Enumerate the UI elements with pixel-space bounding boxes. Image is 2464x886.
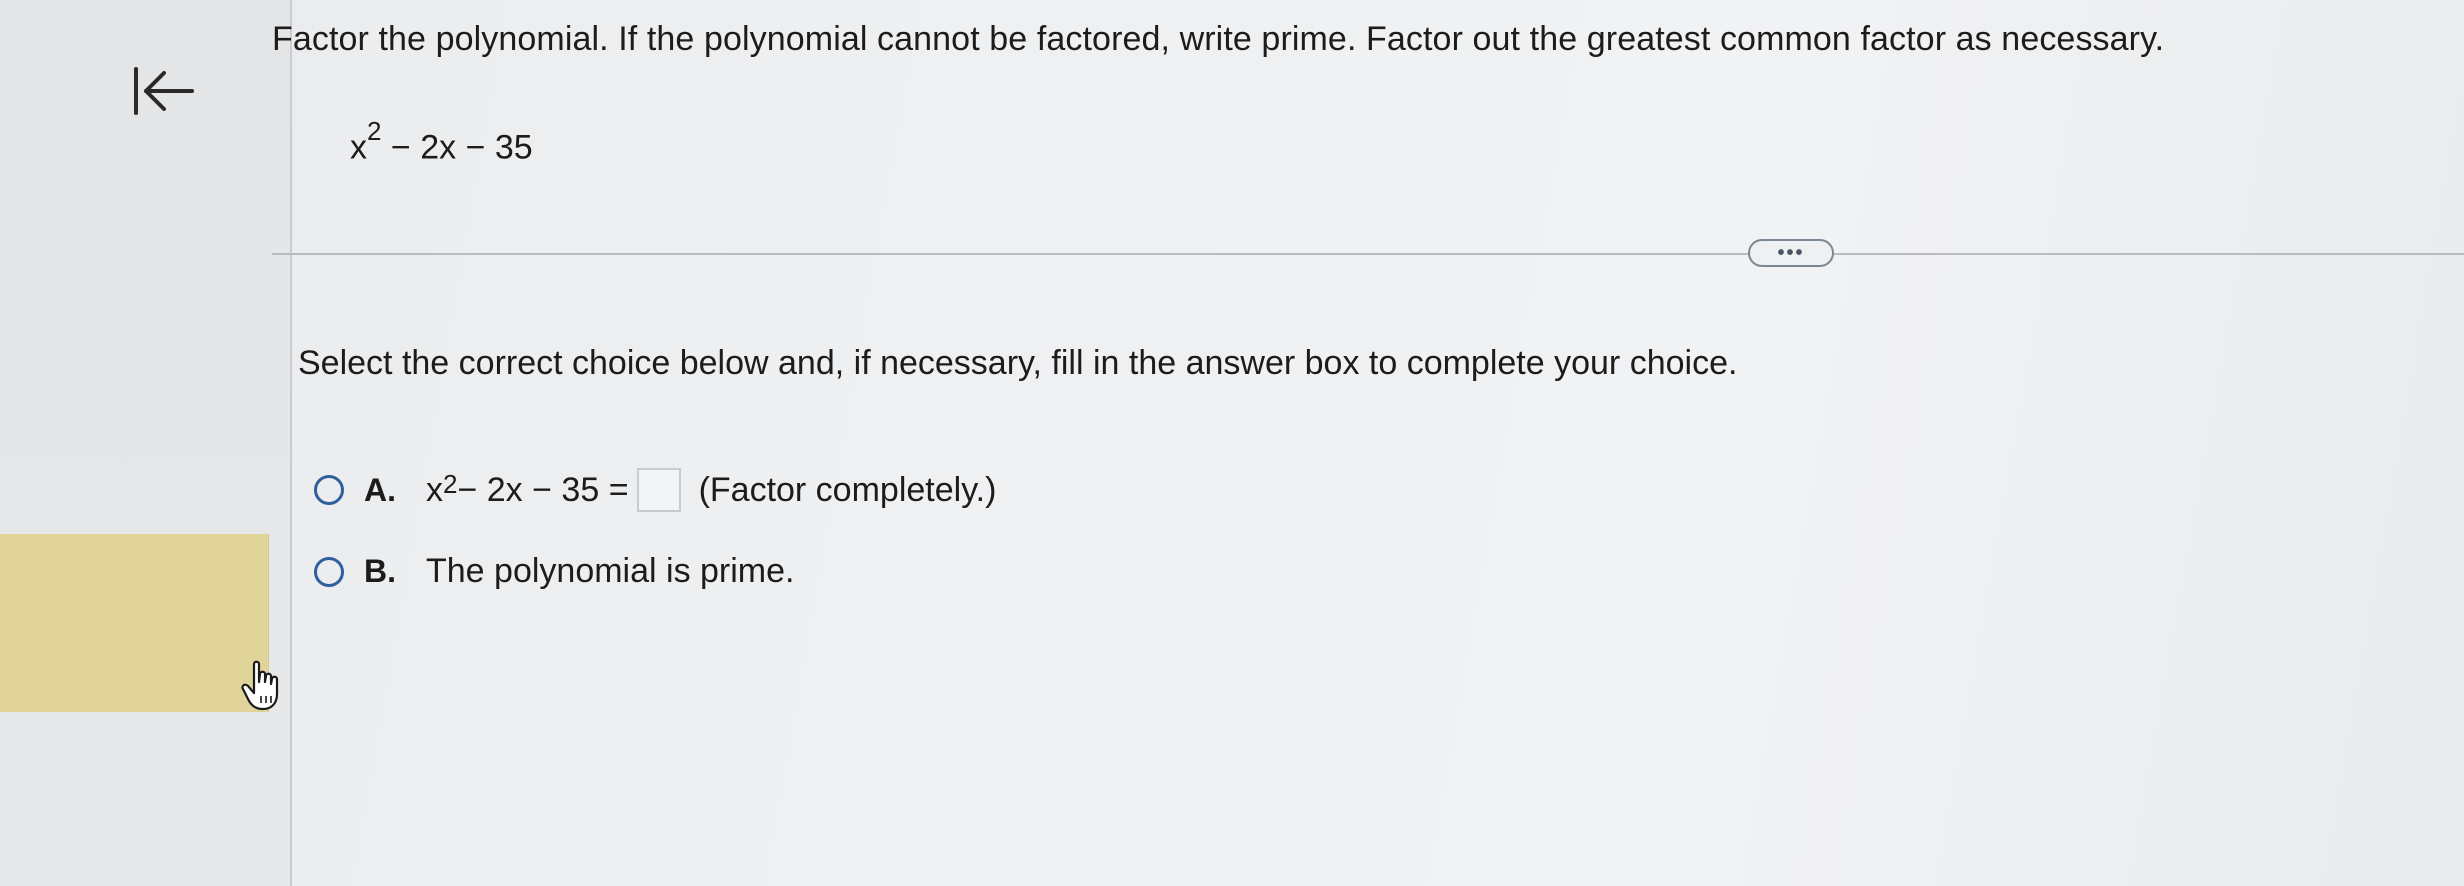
choice-b-letter: B. [364, 553, 396, 589]
choice-a-note: (Factor completely.) [698, 470, 997, 509]
choice-a-letter: A. [364, 471, 396, 508]
more-button[interactable]: ••• [1748, 239, 1834, 267]
prompt-text: Select the correct choice below and, if … [298, 344, 1738, 382]
instruction-text: Factor the polynomial. If the polynomial… [272, 20, 2165, 58]
expr-exponent: 2 [367, 116, 382, 146]
choice-a[interactable]: A. x2 − 2x − 35 = (Factor completely.) [314, 468, 996, 512]
choice-b-text: The polynomial is prime. [426, 552, 795, 590]
expr-rest: − 2x − 35 [381, 128, 533, 167]
choice-a-radio[interactable] [314, 475, 344, 505]
question-panel: Factor the polynomial. If the polynomial… [272, 0, 2464, 886]
choice-a-expr-exponent: 2 [443, 468, 458, 499]
highlight-band [0, 534, 269, 712]
choice-b[interactable]: B. The polynomial is prime. [314, 552, 794, 591]
answer-input[interactable] [636, 468, 681, 512]
choice-b-radio[interactable] [314, 556, 344, 587]
choice-a-expr-base: x [426, 470, 443, 509]
sidebar [0, 0, 292, 886]
back-button[interactable] [118, 56, 208, 126]
back-to-start-icon [134, 67, 194, 115]
expr-base: x [350, 128, 367, 167]
divider [272, 253, 2464, 255]
choice-a-expr-rest: − 2x − 35 = [457, 470, 629, 509]
choice-a-expression: x2 − 2x − 35 = (Factor completely.) [426, 468, 996, 512]
problem-expression: x2 − 2x − 35 [350, 116, 533, 167]
page: Factor the polynomial. If the polynomial… [0, 0, 2464, 886]
